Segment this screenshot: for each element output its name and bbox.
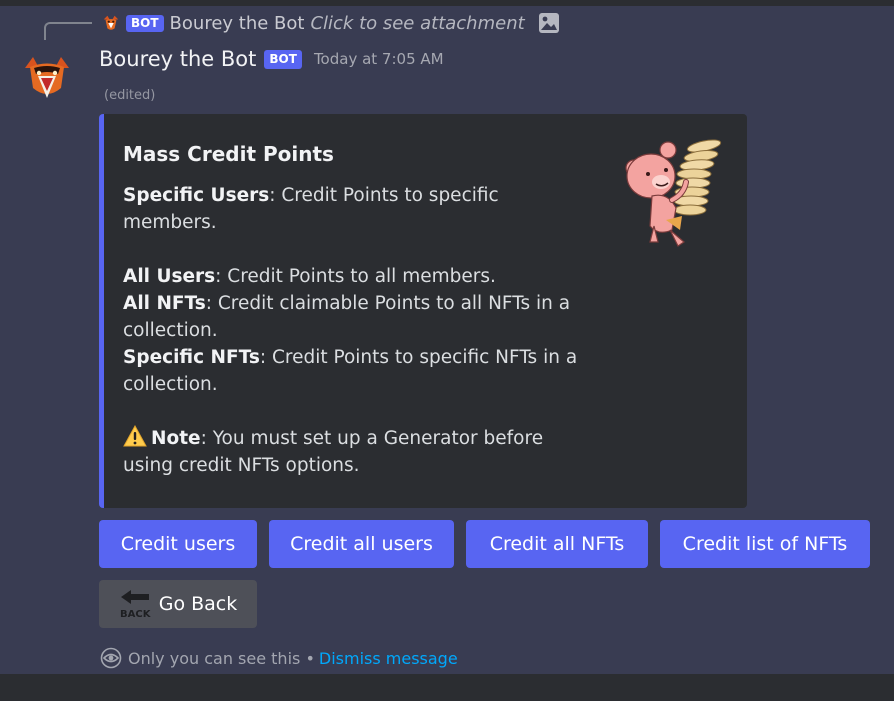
- embed-card: Mass Credit Points Specific Users: Credi…: [99, 114, 747, 508]
- credit-all-nfts-button[interactable]: Credit all NFTs: [466, 520, 648, 568]
- eye-icon: [100, 647, 122, 669]
- all-users-text: : Credit Points to all members.: [215, 266, 496, 287]
- specific-users-label: Specific Users: [123, 185, 270, 206]
- credit-list-nfts-button[interactable]: Credit list of NFTs: [660, 520, 870, 568]
- bottom-bar: [0, 674, 894, 701]
- bot-mini-avatar: [103, 15, 119, 30]
- line-specific-nfts: Specific NFTs: Credit Points to specific…: [123, 344, 593, 398]
- coin-stack: [673, 139, 722, 216]
- go-back-button[interactable]: BACK Go Back: [99, 580, 257, 628]
- specific-nfts-label: Specific NFTs: [123, 347, 260, 368]
- bot-avatar[interactable]: [22, 54, 72, 104]
- warning-icon: [123, 425, 147, 447]
- reply-preview[interactable]: BOT Bourey the Bot Click to see attachme…: [102, 11, 561, 35]
- embed-title: Mass Credit Points: [123, 142, 334, 166]
- note-label: Note: [151, 428, 201, 449]
- reply-author-name[interactable]: Bourey the Bot: [170, 13, 305, 34]
- credit-users-button[interactable]: Credit users: [99, 520, 257, 568]
- back-arrow-icon: BACK: [120, 590, 151, 619]
- dismiss-message-link[interactable]: Dismiss message: [319, 649, 458, 668]
- back-icon-label: BACK: [120, 609, 151, 619]
- bot-tag: BOT: [264, 49, 302, 69]
- line-specific-users: Specific Users: Credit Points to specifi…: [123, 182, 593, 236]
- message-header: Bourey the Bot BOT Today at 7:05 AM: [99, 47, 444, 71]
- author-name[interactable]: Bourey the Bot: [99, 47, 256, 71]
- ephemeral-notice: Only you can see this • Dismiss message: [100, 647, 458, 669]
- reply-spine: [44, 22, 92, 40]
- line-all-nfts: All NFTs: Credit claimable Points to all…: [123, 290, 593, 344]
- edited-label: (edited): [104, 88, 156, 103]
- timestamp[interactable]: Today at 7:05 AM: [314, 50, 444, 68]
- ephemeral-text: Only you can see this •: [128, 648, 315, 668]
- credit-all-users-button[interactable]: Credit all users: [269, 520, 454, 568]
- all-users-label: All Users: [123, 266, 216, 287]
- reply-content[interactable]: Click to see attachment: [310, 13, 524, 34]
- bear-thumbnail[interactable]: [606, 134, 730, 252]
- image-icon: [538, 13, 559, 33]
- go-back-label: Go Back: [158, 593, 238, 615]
- all-nfts-label: All NFTs: [123, 293, 206, 314]
- reply-bot-tag: BOT: [126, 14, 164, 32]
- line-note: Note: You must set up a Generator before…: [123, 425, 593, 479]
- embed-description: Specific Users: Credit Points to specifi…: [123, 182, 593, 479]
- line-all-users: All Users: Credit Points to all members.: [123, 263, 593, 290]
